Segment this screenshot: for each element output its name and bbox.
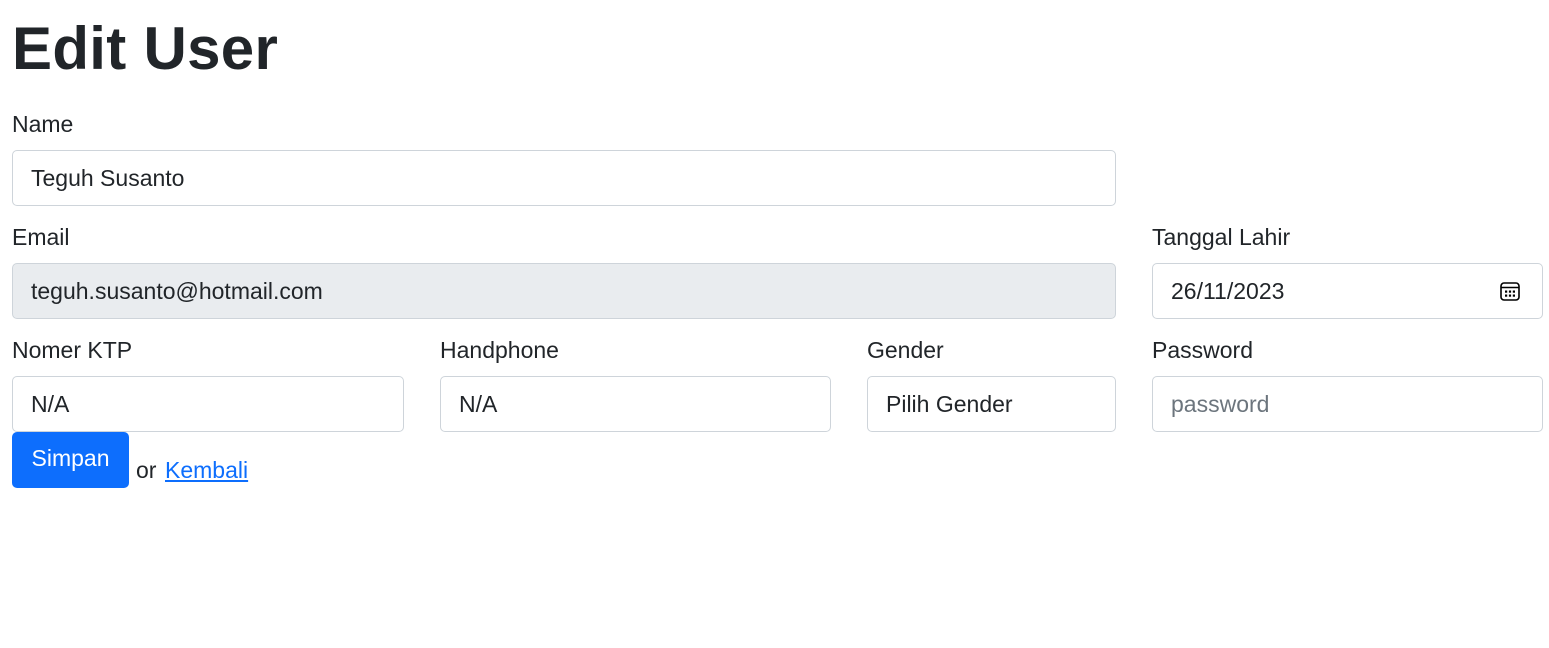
password-input[interactable] — [1171, 390, 1524, 418]
name-label: Name — [12, 111, 74, 137]
gender-select[interactable]: Pilih Gender — [867, 376, 1116, 432]
phone-label: Handphone — [440, 337, 559, 363]
email-field — [12, 263, 1116, 319]
birth-date-label: Tanggal Lahir — [1152, 224, 1291, 250]
ktp-label: Nomer KTP — [12, 337, 133, 363]
name-input[interactable] — [31, 164, 1097, 192]
phone-field[interactable] — [440, 376, 831, 432]
password-label: Password — [1152, 337, 1253, 363]
password-field[interactable] — [1152, 376, 1543, 432]
gender-selected-value[interactable]: Pilih Gender — [886, 391, 1013, 418]
email-input — [31, 277, 1097, 305]
ktp-input[interactable] — [31, 390, 385, 418]
birth-date-value[interactable]: 26/11/2023 — [1171, 278, 1284, 305]
name-field[interactable] — [12, 150, 1116, 206]
phone-input[interactable] — [459, 390, 812, 418]
birth-date-field[interactable]: 26/11/2023 — [1152, 263, 1543, 319]
save-button[interactable]: Simpan — [12, 432, 129, 488]
gender-label: Gender — [867, 337, 944, 363]
ktp-field[interactable] — [12, 376, 404, 432]
email-label: Email — [12, 224, 70, 250]
back-link[interactable]: Kembali — [165, 456, 248, 484]
edit-user-page: Edit User Name Email Tanggal Lahir 26/11… — [0, 0, 1549, 648]
calendar-icon[interactable] — [1499, 280, 1521, 302]
page-title: Edit User — [12, 15, 279, 82]
or-text: or — [136, 457, 157, 483]
